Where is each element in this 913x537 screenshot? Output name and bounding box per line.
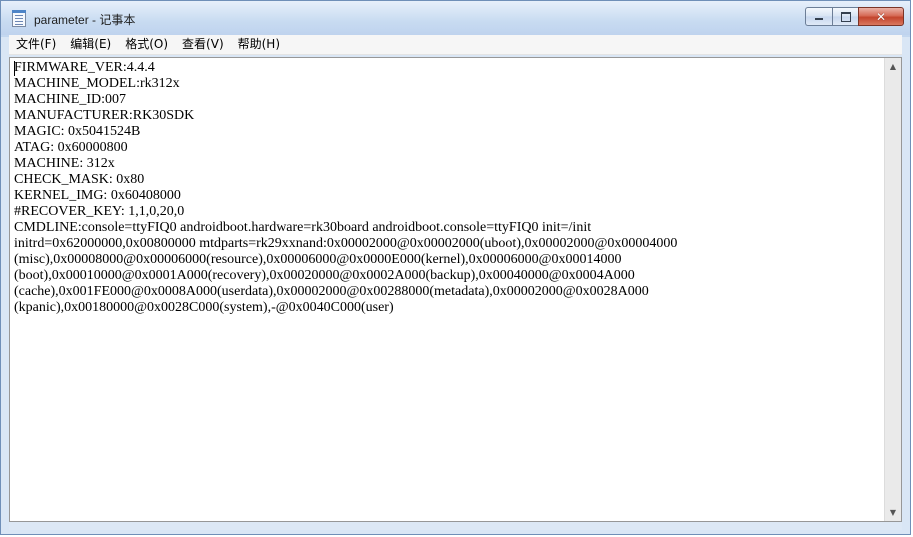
caption-buttons: ✕ [805, 7, 904, 27]
menu-edit[interactable]: 编辑(E) [63, 35, 118, 54]
notepad-icon[interactable] [12, 10, 26, 27]
title-bar[interactable]: parameter - 记事本 ✕ [1, 1, 910, 35]
minimize-icon [815, 18, 823, 20]
text-line: initrd=0x62000000,0x00800000 mtdparts=rk… [14, 236, 678, 251]
window-bottom-frame [9, 522, 902, 530]
close-button[interactable]: ✕ [858, 7, 904, 26]
document-text[interactable]: FIRMWARE_VER:4.4.4 MACHINE_MODEL:rk312x … [14, 60, 880, 518]
text-caret [14, 61, 15, 76]
close-icon: ✕ [875, 9, 887, 24]
maximize-icon [840, 11, 851, 22]
text-line: (cache),0x001FE000@0x0008A000(userdata),… [14, 284, 649, 299]
scroll-down-icon[interactable]: ▼ [885, 504, 901, 521]
window-title: parameter - 记事本 [34, 13, 136, 27]
text-line: KERNEL_IMG: 0x60408000 [14, 188, 181, 203]
text-line: MANUFACTURER:RK30SDK [14, 108, 195, 123]
maximize-button[interactable] [832, 7, 858, 26]
text-line: CMDLINE:console=ttyFIQ0 androidboot.hard… [14, 220, 592, 235]
scroll-up-icon[interactable]: ▲ [885, 58, 901, 75]
text-line: (kpanic),0x00180000@0x0028C000(system),-… [14, 300, 394, 315]
menu-format[interactable]: 格式(O) [118, 35, 175, 54]
text-line: (misc),0x00008000@0x00006000(resource),0… [14, 252, 622, 267]
text-line: MACHINE: 312x [14, 156, 115, 171]
menu-bar: 文件(F) 编辑(E) 格式(O) 查看(V) 帮助(H) [9, 35, 902, 55]
text-line: CHECK_MASK: 0x80 [14, 172, 145, 187]
text-line: (boot),0x00010000@0x0001A000(recovery),0… [14, 268, 635, 283]
text-line: MAGIC: 0x5041524B [14, 124, 141, 139]
vertical-scrollbar[interactable]: ▲ ▼ [884, 58, 901, 521]
text-editor[interactable]: FIRMWARE_VER:4.4.4 MACHINE_MODEL:rk312x … [9, 57, 902, 522]
text-line: #RECOVER_KEY: 1,1,0,20,0 [14, 204, 185, 219]
minimize-button[interactable] [805, 7, 832, 26]
menu-file[interactable]: 文件(F) [9, 35, 63, 54]
text-line: ATAG: 0x60000800 [14, 140, 128, 155]
menu-help[interactable]: 帮助(H) [231, 35, 287, 54]
notepad-window: parameter - 记事本 ✕ 文件(F) 编辑(E) 格式(O) 查看(V… [0, 0, 911, 535]
menu-view[interactable]: 查看(V) [175, 35, 231, 54]
text-line: MACHINE_ID:007 [14, 92, 126, 107]
text-line: FIRMWARE_VER:4.4.4 [14, 60, 155, 75]
text-line: MACHINE_MODEL:rk312x [14, 76, 180, 91]
